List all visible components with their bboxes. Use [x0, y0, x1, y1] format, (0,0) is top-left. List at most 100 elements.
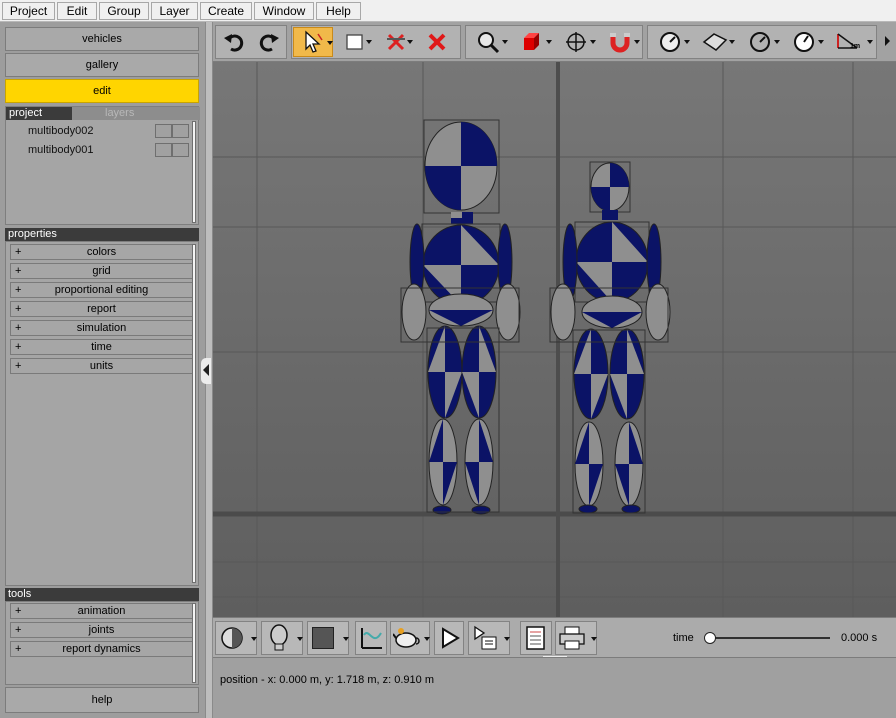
- ruler-button[interactable]: 1m: [828, 27, 873, 57]
- report-icon: [526, 626, 545, 650]
- property-report[interactable]: + report: [10, 301, 193, 317]
- scene-canvas[interactable]: [213, 62, 896, 617]
- magnet-icon: [610, 33, 630, 53]
- select-arrow-icon: [305, 30, 323, 53]
- project-item-multibody002[interactable]: multibody002: [8, 122, 194, 140]
- toolbar-overflow-icon[interactable]: [885, 36, 890, 46]
- dial-button[interactable]: [784, 27, 824, 57]
- step-list-button[interactable]: [468, 621, 510, 655]
- expand-icon: +: [15, 303, 22, 315]
- tool-animation[interactable]: + animation: [10, 603, 193, 619]
- delete-x-icon: [428, 33, 446, 51]
- tool-label: joints: [88, 624, 115, 636]
- tool-report-dynamics[interactable]: + report dynamics: [10, 641, 193, 657]
- gallery-button[interactable]: gallery: [5, 53, 199, 77]
- tools-scrollbar[interactable]: [192, 603, 196, 683]
- project-item-label: multibody001: [28, 144, 94, 156]
- chevron-down-icon: [343, 637, 349, 641]
- collapse-left-panel-handle[interactable]: [201, 358, 211, 384]
- chevron-down-icon: [504, 637, 510, 641]
- menu-create[interactable]: Create: [200, 2, 252, 20]
- visibility-toggle[interactable]: [155, 124, 172, 138]
- help-button[interactable]: help: [5, 687, 199, 713]
- vehicles-button[interactable]: vehicles: [5, 27, 199, 51]
- redo-button[interactable]: [254, 27, 284, 57]
- disconnect-button[interactable]: [378, 27, 414, 57]
- project-scrollbar[interactable]: [192, 121, 196, 223]
- property-label: report: [87, 303, 116, 315]
- menu-window[interactable]: Window: [254, 2, 314, 20]
- property-proportional-editing[interactable]: + proportional editing: [10, 282, 193, 298]
- chevron-down-icon: [634, 40, 640, 44]
- mannequin-button[interactable]: [261, 621, 303, 655]
- chevron-down-icon: [546, 40, 552, 44]
- expand-icon: +: [15, 265, 22, 277]
- background-color-button[interactable]: [307, 621, 349, 655]
- dial-icon: [794, 32, 814, 52]
- printer-icon: [559, 626, 585, 650]
- property-grid[interactable]: + grid: [10, 263, 193, 279]
- angle-gauge-icon: [750, 32, 770, 52]
- menu-group[interactable]: Group: [99, 2, 149, 20]
- property-simulation[interactable]: + simulation: [10, 320, 193, 336]
- surface-button[interactable]: [694, 27, 736, 57]
- expand-icon: +: [15, 246, 22, 258]
- play-button[interactable]: [434, 621, 464, 655]
- project-panel: project layers multibody002 multibody001: [5, 106, 200, 225]
- menu-layer[interactable]: Layer: [151, 2, 198, 20]
- time-slider-track[interactable]: [710, 637, 830, 639]
- surface-icon: [702, 33, 728, 51]
- gauge-icon: [660, 32, 680, 52]
- property-time[interactable]: + time: [10, 339, 193, 355]
- tab-layers[interactable]: layers: [72, 107, 200, 120]
- move-button[interactable]: [556, 27, 596, 57]
- select-tool-button[interactable]: [293, 27, 333, 57]
- property-colors[interactable]: + colors: [10, 244, 193, 260]
- graph-button[interactable]: [355, 621, 387, 655]
- property-units[interactable]: + units: [10, 358, 193, 374]
- zoom-button[interactable]: [468, 27, 508, 57]
- tab-project[interactable]: project: [6, 107, 72, 120]
- lock-toggle[interactable]: [172, 124, 189, 138]
- lock-toggle[interactable]: [172, 143, 189, 157]
- project-item-label: multibody002: [28, 125, 94, 137]
- menu-edit[interactable]: Edit: [57, 2, 97, 20]
- disconnect-icon: [387, 33, 405, 51]
- status-panel: position - x: 0.000 m, y: 1.718 m, z: 0.…: [213, 657, 896, 718]
- print-button[interactable]: [555, 621, 597, 655]
- play-list-icon: [474, 625, 497, 650]
- visibility-toggle[interactable]: [155, 143, 172, 157]
- ruler-icon: [837, 33, 858, 49]
- expand-icon: +: [15, 624, 22, 636]
- tool-joints[interactable]: + joints: [10, 622, 193, 638]
- gauge-button[interactable]: [650, 27, 690, 57]
- edit-button[interactable]: edit: [5, 79, 199, 103]
- playback-toolbar: time 0.000 s: [213, 617, 896, 668]
- menubar: Project Edit Group Layer Create Window H…: [0, 0, 896, 22]
- properties-scrollbar[interactable]: [192, 244, 196, 583]
- expand-icon: +: [15, 360, 22, 372]
- chevron-down-icon: [251, 637, 257, 641]
- expand-icon: +: [15, 341, 22, 353]
- undo-button[interactable]: [219, 27, 249, 57]
- angle-gauge-button[interactable]: [740, 27, 780, 57]
- shading-button[interactable]: [215, 621, 257, 655]
- create-body-button[interactable]: [512, 27, 552, 57]
- 3d-viewport[interactable]: [213, 62, 896, 617]
- project-item-multibody001[interactable]: multibody001: [8, 141, 194, 159]
- chevron-left-icon: [203, 364, 209, 376]
- delete-button[interactable]: [422, 27, 452, 57]
- teapot-icon: [393, 628, 420, 648]
- selection-group: [291, 25, 461, 59]
- menu-help[interactable]: Help: [316, 2, 361, 20]
- render-button[interactable]: [390, 621, 430, 655]
- sphere-icon: [221, 627, 243, 649]
- chevron-down-icon: [297, 637, 303, 641]
- snap-button[interactable]: [600, 27, 640, 57]
- report-button[interactable]: [520, 621, 552, 655]
- menu-project[interactable]: Project: [2, 2, 55, 20]
- box-select-button[interactable]: [337, 27, 373, 57]
- status-position-text: position - x: 0.000 m, y: 1.718 m, z: 0.…: [220, 674, 434, 686]
- time-label: time: [673, 632, 694, 644]
- time-slider-handle[interactable]: [704, 632, 716, 644]
